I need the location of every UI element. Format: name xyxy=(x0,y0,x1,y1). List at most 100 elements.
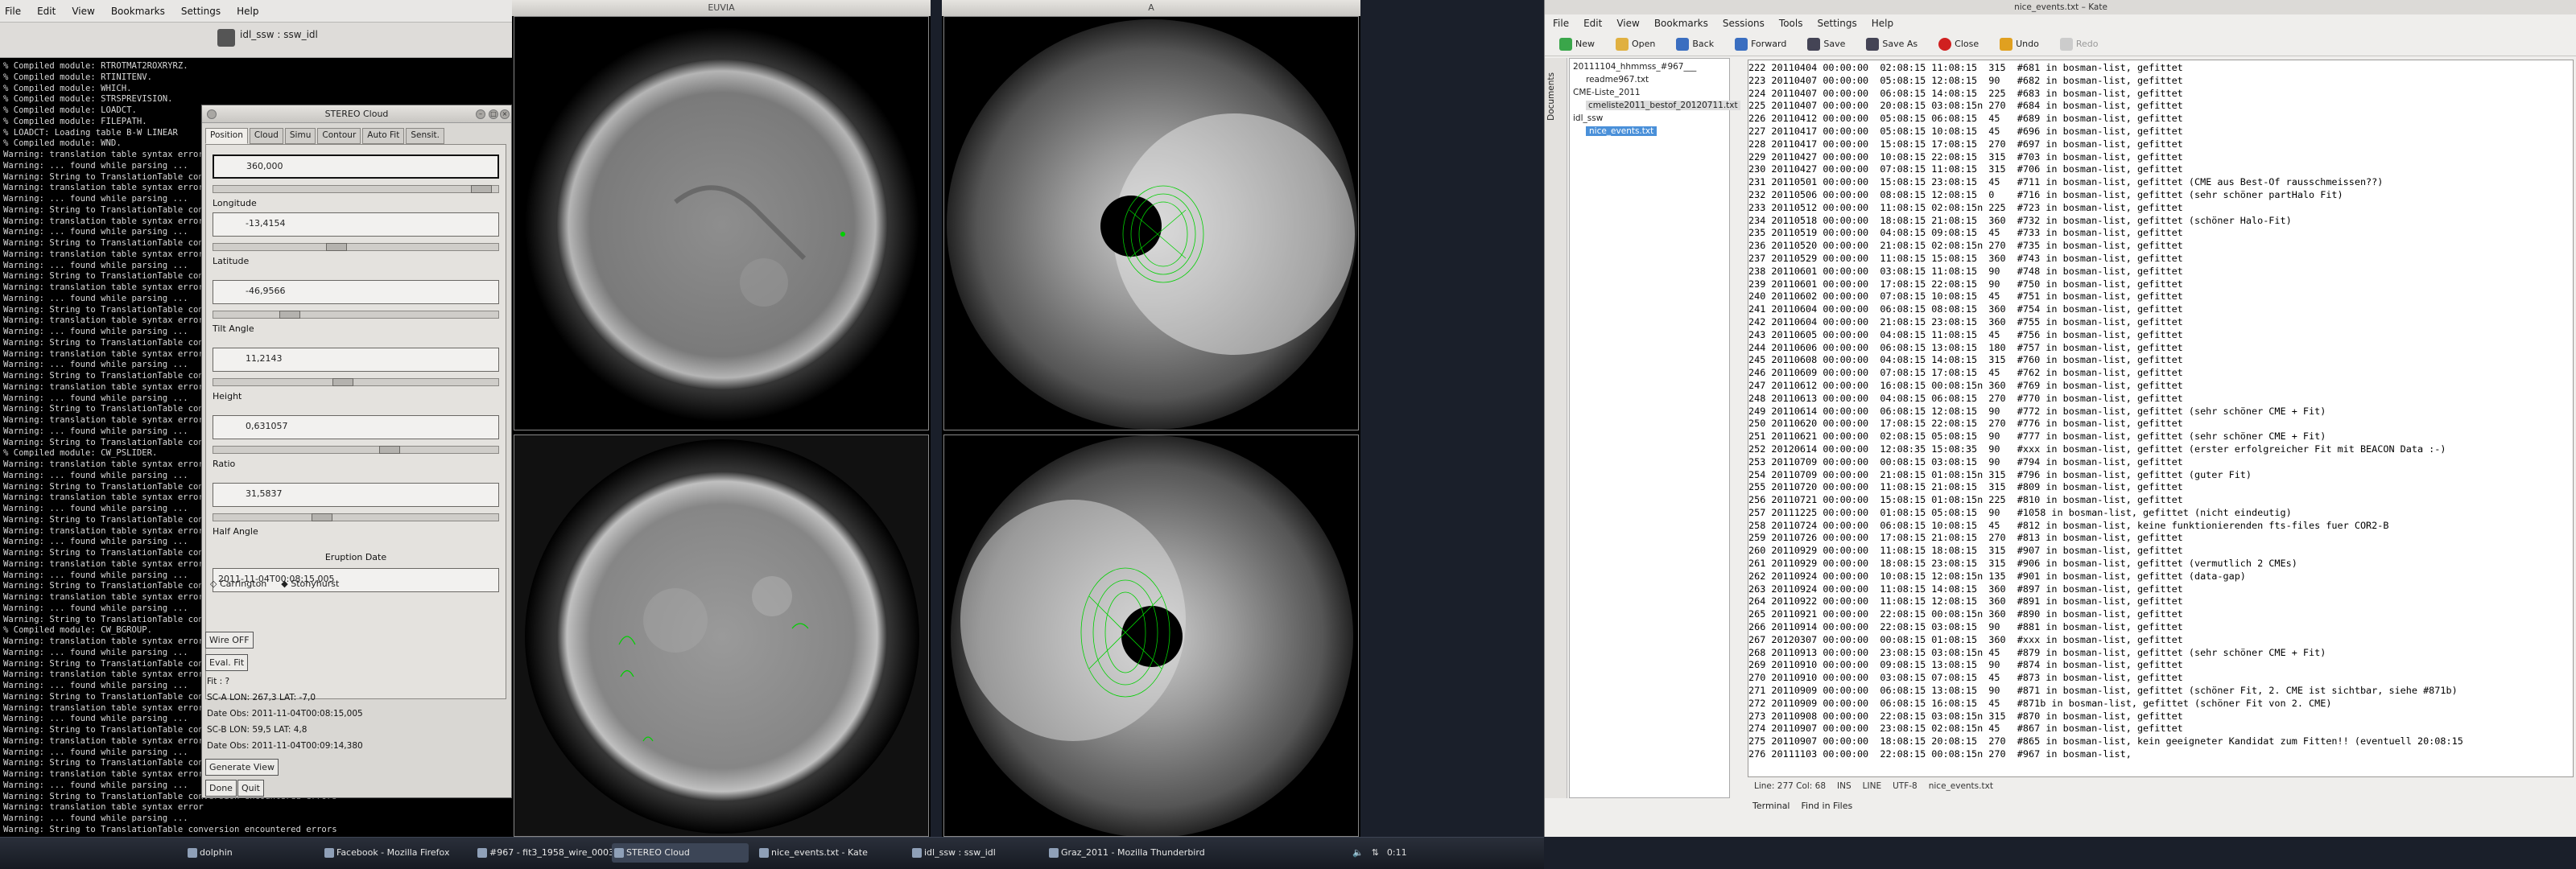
tab-terminal[interactable]: Terminal xyxy=(1752,801,1790,811)
back-button[interactable]: Back xyxy=(1676,37,1714,51)
bottom-tool-tabs: Terminal Find in Files xyxy=(1748,797,2574,814)
cor2-b-image[interactable] xyxy=(943,434,1359,837)
menu-bookmarks[interactable]: Bookmarks xyxy=(111,6,165,17)
slider-thumb[interactable] xyxy=(471,185,492,193)
generate-view-button[interactable]: Generate View xyxy=(205,759,279,776)
slider-thumb[interactable] xyxy=(379,446,400,454)
quit-button[interactable]: Quit xyxy=(237,780,264,797)
ratio-slider[interactable] xyxy=(213,513,499,521)
menu-help[interactable]: Help xyxy=(237,6,258,17)
editor-line: 250 20110620 00:00:00 17:08:15 22:08:15 … xyxy=(1748,418,2183,430)
save-button[interactable]: Save xyxy=(1807,37,1845,51)
close-icon[interactable]: × xyxy=(500,109,510,119)
tree-file-readme[interactable]: readme967.txt xyxy=(1586,75,1649,84)
cor2-a-image[interactable] xyxy=(943,16,1359,430)
text-editor[interactable]: 222 20110404 00:00:00 02:08:15 11:08:15 … xyxy=(1748,60,2574,777)
tree-folder-967[interactable]: 20111104_hhmmss_#967___ xyxy=(1573,62,1696,72)
tree-folder-cme-liste[interactable]: CME-Liste_2011 xyxy=(1573,88,1641,97)
tree-folder-idl-ssw[interactable]: idl_ssw xyxy=(1573,113,1603,123)
coordinate-radio-group: ◇ Carrington ◆ Stonyhurst xyxy=(210,579,339,589)
editor-line: 226 20110412 00:00:00 05:08:15 06:08:15 … xyxy=(1748,113,2183,125)
undo-button[interactable]: Undo xyxy=(2000,37,2039,51)
tab-contour[interactable]: Contour xyxy=(317,128,361,144)
terminal-tab[interactable]: idl_ssw : ssw_idl xyxy=(240,29,336,48)
task-wire[interactable]: #967 - fit3_1958_wire_000310 xyxy=(475,843,612,863)
slider-thumb[interactable] xyxy=(312,513,332,521)
save-as-button[interactable]: Save As xyxy=(1866,37,1918,51)
close-label: Close xyxy=(1955,39,1979,49)
volume-icon[interactable]: 🔈 xyxy=(1352,843,1364,863)
latitude-slider[interactable] xyxy=(213,311,499,319)
editor-line: 243 20110605 00:00:00 04:08:15 11:08:15 … xyxy=(1748,328,2183,340)
file-tree: 20111104_hhmmss_#967___ readme967.txt CM… xyxy=(1569,58,1740,798)
wire-off-button[interactable]: Wire OFF xyxy=(205,632,254,649)
tree-file-nice-events[interactable]: nice_events.txt xyxy=(1586,126,1657,136)
task-firefox[interactable]: Facebook - Mozilla Firefox xyxy=(322,843,475,863)
editor-line: 271 20110909 00:00:00 06:08:15 13:08:15 … xyxy=(1748,685,2458,697)
terminal-icon xyxy=(217,29,235,47)
menu-edit[interactable]: Edit xyxy=(37,6,56,17)
tab-cloud[interactable]: Cloud xyxy=(249,128,283,144)
radio-stonyhurst[interactable]: ◆ Stonyhurst xyxy=(281,579,339,589)
menu-edit[interactable]: Edit xyxy=(1583,18,1602,29)
tab-sensit[interactable]: Sensit. xyxy=(406,128,444,144)
menu-view[interactable]: View xyxy=(1616,18,1639,29)
menu-file[interactable]: File xyxy=(5,6,21,17)
kate-menubar: File Edit View Bookmarks Sessions Tools … xyxy=(1545,14,2576,32)
tab-position[interactable]: Position xyxy=(205,128,248,144)
menu-tools[interactable]: Tools xyxy=(1779,18,1803,29)
top-value-field[interactable]: 360,000 xyxy=(213,154,499,179)
longitude-field[interactable]: -13,4154 xyxy=(213,212,499,237)
euvi-a-image[interactable] xyxy=(514,16,929,430)
task-kate[interactable]: nice_events.txt - Kate xyxy=(757,843,902,863)
network-icon[interactable]: ⇅ xyxy=(1372,843,1379,863)
menu-settings[interactable]: Settings xyxy=(1817,18,1856,29)
task-terminal[interactable]: idl_ssw : ssw_idl xyxy=(910,843,1038,863)
top-slider[interactable] xyxy=(213,185,499,193)
forward-button[interactable]: Forward xyxy=(1735,37,1786,51)
minimize-icon[interactable]: – xyxy=(476,109,485,119)
maximize-icon[interactable]: □ xyxy=(489,109,498,119)
ratio-field[interactable]: 31,5837 xyxy=(213,483,499,507)
tab-auto-fit[interactable]: Auto Fit xyxy=(362,128,405,144)
clock[interactable]: 0:11 xyxy=(1387,843,1407,863)
window-title: STEREO Cloud xyxy=(202,105,511,123)
open-button[interactable]: Open xyxy=(1616,37,1655,51)
latitude-field[interactable]: -46,9566 xyxy=(213,280,499,304)
close-button[interactable]: Close xyxy=(1938,37,1979,51)
tab-find-in-files[interactable]: Find in Files xyxy=(1802,801,1853,811)
tree-file-cmeliste[interactable]: cmeliste2011_bestof_20120711.txt xyxy=(1586,101,1740,110)
menu-settings[interactable]: Settings xyxy=(181,6,221,17)
tab-simu[interactable]: Simu xyxy=(284,128,316,144)
menu-help[interactable]: Help xyxy=(1872,18,1893,29)
slider-thumb[interactable] xyxy=(279,311,300,319)
euvi-b-image[interactable] xyxy=(514,434,929,837)
height-slider[interactable] xyxy=(213,446,499,454)
menu-bookmarks[interactable]: Bookmarks xyxy=(1654,18,1708,29)
task-dolphin[interactable]: dolphin xyxy=(185,843,314,863)
cor2-a-svg xyxy=(944,17,1358,430)
height-field[interactable]: 0,631057 xyxy=(213,415,499,439)
redo-button[interactable]: Redo xyxy=(2059,37,2099,51)
menu-view[interactable]: View xyxy=(72,6,94,17)
window-menu-icon[interactable] xyxy=(207,109,217,119)
menu-file[interactable]: File xyxy=(1553,18,1569,29)
menu-sessions[interactable]: Sessions xyxy=(1723,18,1765,29)
selection-mode[interactable]: LINE xyxy=(1863,781,1881,791)
radio-carrington[interactable]: ◇ Carrington xyxy=(210,579,266,589)
editor-line: 270 20110910 00:00:00 03:08:15 07:08:15 … xyxy=(1748,672,2183,684)
tilt-angle-field[interactable]: 11,2143 xyxy=(213,348,499,372)
longitude-slider[interactable] xyxy=(213,243,499,251)
fit-status: Fit : ? xyxy=(207,677,230,686)
slider-thumb[interactable] xyxy=(332,378,353,386)
tilt-angle-slider[interactable] xyxy=(213,378,499,386)
task-stereo-cloud[interactable]: STEREO Cloud xyxy=(612,843,749,863)
task-thunderbird[interactable]: Graz_2011 - Mozilla Thunderbird xyxy=(1046,843,1224,863)
documents-tab[interactable]: Documents xyxy=(1546,72,1556,121)
insert-mode[interactable]: INS xyxy=(1837,781,1852,791)
save-as-label: Save As xyxy=(1882,39,1918,49)
done-button[interactable]: Done xyxy=(205,780,237,797)
eval-fit-button[interactable]: Eval. Fit xyxy=(205,654,249,671)
new-button[interactable]: New xyxy=(1559,37,1595,51)
slider-thumb[interactable] xyxy=(326,243,347,251)
